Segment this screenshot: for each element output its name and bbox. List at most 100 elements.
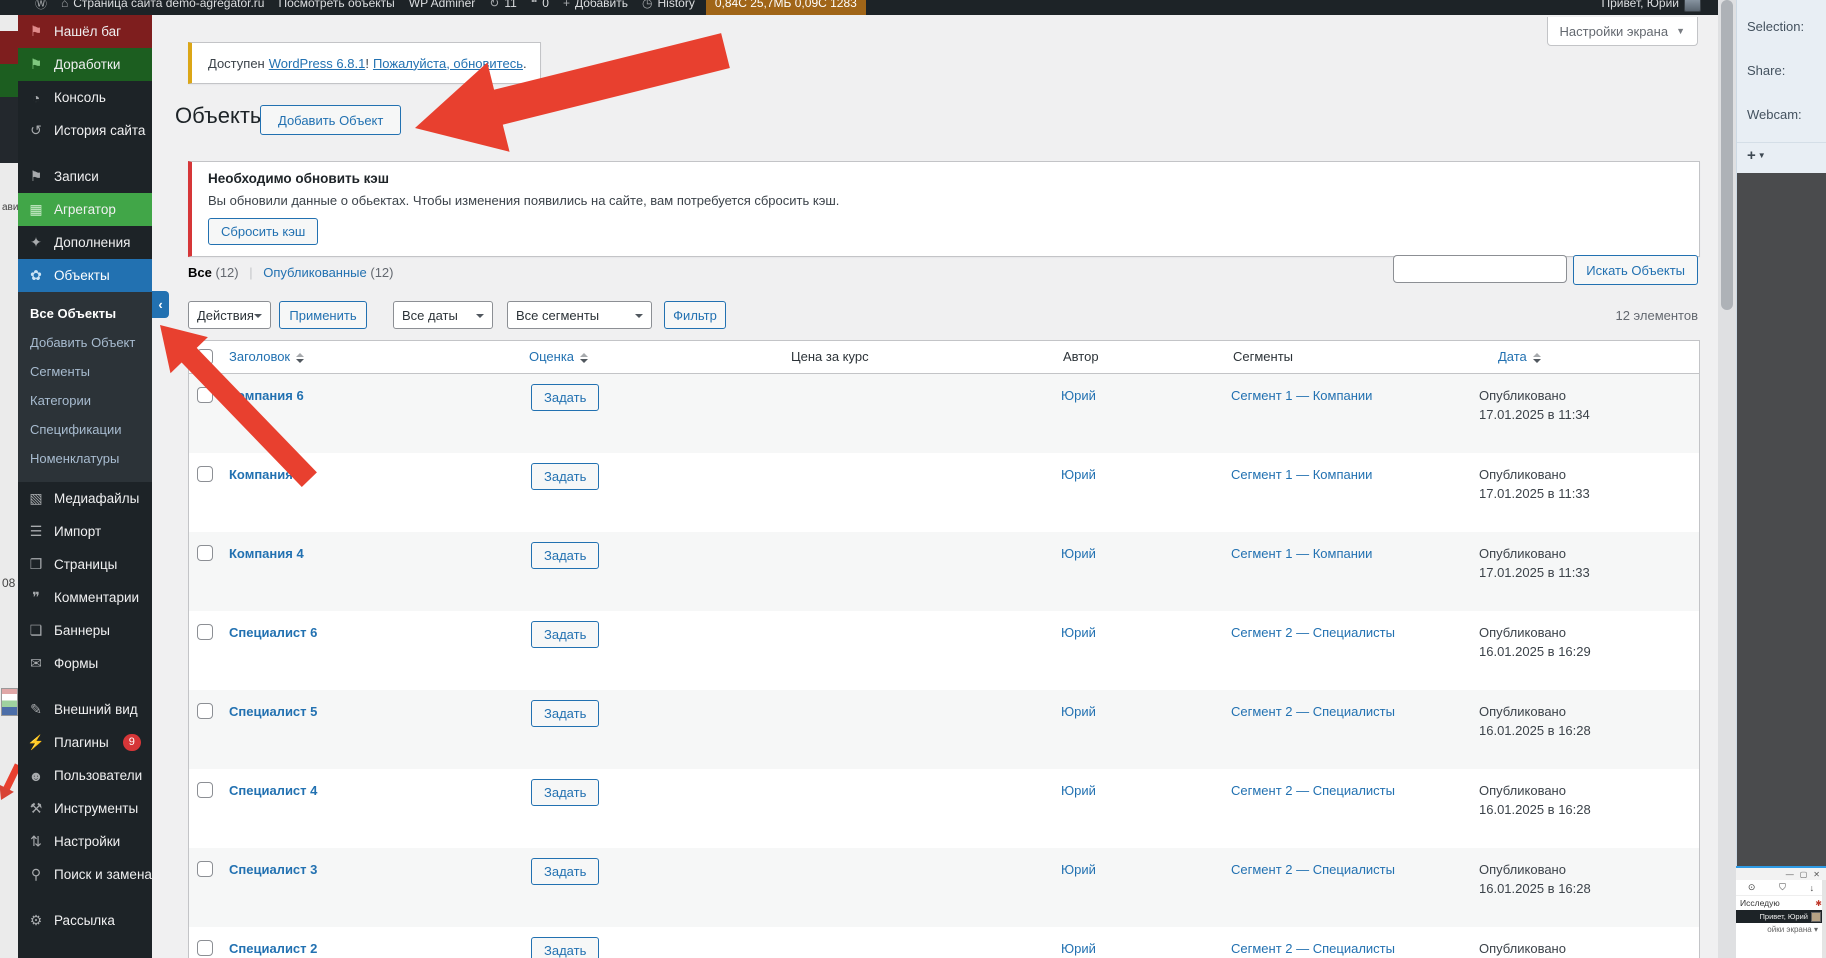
set-rating-button[interactable]: Задать bbox=[531, 384, 600, 411]
sidebar-item-agregator[interactable]: ▦ Агрегатор bbox=[18, 193, 152, 226]
sidebar-item-zapisi[interactable]: ⚑ Записи bbox=[18, 160, 152, 193]
sort-by-date[interactable]: Дата bbox=[1498, 349, 1541, 364]
segment-link[interactable]: Сегмент 2 — Специалисты bbox=[1231, 941, 1395, 956]
view-all-link[interactable]: Все bbox=[188, 265, 212, 280]
sidebar-subitem-dobavit-obekt[interactable]: Добавить Объект bbox=[18, 328, 152, 357]
account-link[interactable]: Привет, Юрий bbox=[1594, 0, 1708, 12]
author-link[interactable]: Юрий bbox=[1061, 704, 1096, 719]
sidebar-item-label: Поиск и замена bbox=[54, 867, 152, 882]
add-source-button[interactable]: + ▼ bbox=[1747, 147, 1766, 164]
wp-logo-button[interactable]: Ⓦ bbox=[28, 0, 54, 12]
screen-options-button[interactable]: Настройки экрана ▼ bbox=[1546, 17, 1698, 46]
sidebar-item-dorabotki[interactable]: ⚑ Доработки bbox=[18, 48, 152, 81]
sidebar-item-obekty[interactable]: ✿ Объекты bbox=[18, 259, 152, 292]
object-title-link[interactable]: Специалист 5 bbox=[229, 704, 317, 719]
filter-button[interactable]: Фильтр bbox=[664, 301, 726, 329]
object-title-link[interactable]: Компания 6 bbox=[229, 388, 304, 403]
updates-link[interactable]: ↻ 11 bbox=[482, 0, 524, 10]
search-objects-button[interactable]: Искать Объекты bbox=[1573, 255, 1698, 285]
sidebar-item-bannery[interactable]: ❏ Баннеры bbox=[18, 614, 152, 647]
sort-by-rating[interactable]: Оценка bbox=[529, 349, 589, 364]
row-checkbox[interactable] bbox=[197, 624, 213, 640]
reset-cache-button[interactable]: Сбросить кэш bbox=[208, 218, 319, 245]
author-link[interactable]: Юрий bbox=[1061, 941, 1096, 956]
set-rating-button[interactable]: Задать bbox=[531, 542, 600, 569]
add-new-link[interactable]: + Добавить bbox=[556, 0, 635, 10]
row-checkbox[interactable] bbox=[197, 782, 213, 798]
apply-button[interactable]: Применить bbox=[279, 301, 367, 329]
sidebar-item-dopolneniya[interactable]: ✦ Дополнения bbox=[18, 226, 152, 259]
bulk-actions-select[interactable]: Действия bbox=[188, 301, 271, 329]
search-input[interactable] bbox=[1393, 255, 1567, 283]
sidebar-subitem-vse-obekty[interactable]: Все Объекты bbox=[18, 299, 152, 328]
set-rating-button[interactable]: Задать bbox=[531, 858, 600, 885]
sidebar-subitem-nomenklatury[interactable]: Номенклатуры bbox=[18, 444, 152, 473]
object-title-link[interactable]: Компания 4 bbox=[229, 546, 304, 561]
row-checkbox[interactable] bbox=[197, 387, 213, 403]
dates-filter-select[interactable]: Все даты bbox=[393, 301, 493, 329]
site-link[interactable]: ⌂ Страница сайта demo-agregator.ru bbox=[54, 0, 271, 10]
sidebar-item-instrumenty[interactable]: ⚒ Инструменты bbox=[18, 792, 152, 825]
row-checkbox[interactable] bbox=[197, 940, 213, 956]
sidebar-subitem-specifikacii[interactable]: Спецификации bbox=[18, 415, 152, 444]
author-link[interactable]: Юрий bbox=[1061, 467, 1096, 482]
sidebar-item-kommentarii[interactable]: ❞ Комментарии bbox=[18, 581, 152, 614]
sort-by-title[interactable]: Заголовок bbox=[229, 349, 305, 364]
segments-filter-select[interactable]: Все сегменты bbox=[507, 301, 652, 329]
object-title-link[interactable]: Специалист 3 bbox=[229, 862, 317, 877]
object-title-link[interactable]: Специалист 2 bbox=[229, 941, 317, 956]
segment-link[interactable]: Сегмент 2 — Специалисты bbox=[1231, 862, 1395, 877]
object-title-link[interactable]: Специалист 4 bbox=[229, 783, 317, 798]
author-link[interactable]: Юрий bbox=[1061, 388, 1096, 403]
view-objects-link[interactable]: Посмотреть объекты bbox=[271, 0, 401, 10]
sidebar-subitem-kategorii[interactable]: Категории bbox=[18, 386, 152, 415]
sidebar-item-stranicy[interactable]: ❐ Страницы bbox=[18, 548, 152, 581]
author-link[interactable]: Юрий bbox=[1061, 862, 1096, 877]
row-checkbox[interactable] bbox=[197, 545, 213, 561]
segment-link[interactable]: Сегмент 1 — Компании bbox=[1231, 546, 1372, 561]
set-rating-button[interactable]: Задать bbox=[531, 621, 600, 648]
set-rating-button[interactable]: Задать bbox=[531, 463, 600, 490]
comments-link[interactable]: ❝ 0 bbox=[524, 0, 556, 10]
scrollbar-thumb[interactable] bbox=[1721, 0, 1733, 310]
view-published-link[interactable]: Опубликованные bbox=[263, 265, 367, 280]
sidebar-item-formy[interactable]: ✉ Формы bbox=[18, 647, 152, 680]
add-object-button[interactable]: Добавить Объект bbox=[260, 105, 402, 135]
sidebar-subitem-segmenty[interactable]: Сегменты bbox=[18, 357, 152, 386]
author-link[interactable]: Юрий bbox=[1061, 625, 1096, 640]
sidebar-item-poisk-i-zamena[interactable]: ⚲ Поиск и замена bbox=[18, 858, 152, 891]
please-update-link[interactable]: Пожалуйста, обновитесь bbox=[373, 56, 523, 71]
object-title-link[interactable]: Специалист 6 bbox=[229, 625, 317, 640]
sidebar-item-import[interactable]: ☰ Импорт bbox=[18, 515, 152, 548]
author-link[interactable]: Юрий bbox=[1061, 783, 1096, 798]
sidebar-item-plaginy[interactable]: ⚡ Плагины 9 bbox=[18, 726, 152, 759]
sidebar-item-mediafajly[interactable]: ▧ Медиафайлы bbox=[18, 482, 152, 515]
sidebar-item-istoriya-sajta[interactable]: ↺ История сайта bbox=[18, 114, 152, 147]
row-checkbox[interactable] bbox=[197, 861, 213, 877]
sidebar-item-polzovateli[interactable]: ☻ Пользователи bbox=[18, 759, 152, 792]
sidebar-item-vneshnij-vid[interactable]: ✎ Внешний вид bbox=[18, 693, 152, 726]
window-scrollbar[interactable] bbox=[1718, 0, 1736, 958]
set-rating-button[interactable]: Задать bbox=[531, 937, 600, 958]
segment-link[interactable]: Сегмент 2 — Специалисты bbox=[1231, 625, 1395, 640]
wp-adminer-link[interactable]: WP Adminer bbox=[402, 0, 482, 10]
segment-link[interactable]: Сегмент 2 — Специалисты bbox=[1231, 704, 1395, 719]
select-all-checkbox[interactable] bbox=[197, 349, 213, 365]
sidebar-item-konsol[interactable]: ◔ Консоль bbox=[18, 81, 152, 114]
segment-link[interactable]: Сегмент 2 — Специалисты bbox=[1231, 783, 1395, 798]
wp-version-link[interactable]: WordPress 6.8.1 bbox=[269, 56, 366, 71]
history-link[interactable]: ◷ History bbox=[635, 0, 702, 10]
object-title-link[interactable]: Компания 5 bbox=[229, 467, 304, 482]
menu-collapse-tab[interactable]: ‹ bbox=[152, 291, 169, 318]
author-link[interactable]: Юрий bbox=[1061, 546, 1096, 561]
users-icon: ☻ bbox=[28, 767, 44, 784]
sidebar-item-nastrojki[interactable]: ⇅ Настройки bbox=[18, 825, 152, 858]
sidebar-item-rassylka[interactable]: ⚙ Рассылка bbox=[18, 904, 152, 937]
row-checkbox[interactable] bbox=[197, 703, 213, 719]
set-rating-button[interactable]: Задать bbox=[531, 779, 600, 806]
row-checkbox[interactable] bbox=[197, 466, 213, 482]
set-rating-button[interactable]: Задать bbox=[531, 700, 600, 727]
segment-link[interactable]: Сегмент 1 — Компании bbox=[1231, 467, 1372, 482]
sidebar-item-nashel-bag[interactable]: ⚑ Нашёл баг bbox=[18, 15, 152, 48]
segment-link[interactable]: Сегмент 1 — Компании bbox=[1231, 388, 1372, 403]
